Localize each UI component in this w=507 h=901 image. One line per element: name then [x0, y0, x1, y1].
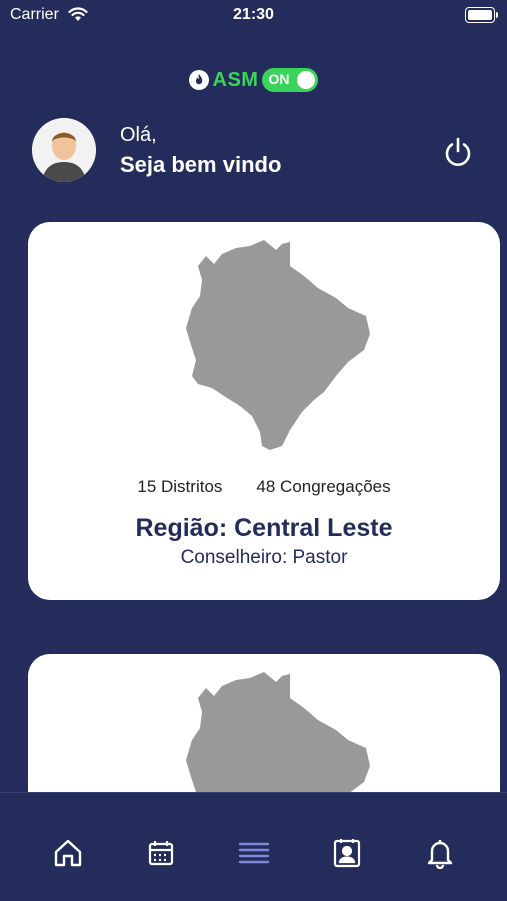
- congregations-count: 48 Congregações: [256, 477, 391, 496]
- contact-book-icon: [333, 839, 361, 868]
- bell-icon: [427, 840, 453, 869]
- region-card[interactable]: 15 Distritos 48 Congregações Região: Cen…: [28, 222, 500, 600]
- clock: 21:30: [233, 6, 274, 23]
- avatar[interactable]: [32, 118, 96, 182]
- tab-notifications[interactable]: [420, 833, 460, 873]
- greeting-hello: Olá,: [120, 124, 157, 146]
- status-toggle[interactable]: ON: [262, 68, 319, 92]
- status-bar: Carrier 21:30: [0, 0, 507, 30]
- districts-count: 15 Distritos: [137, 477, 223, 496]
- brand-header: ASM ON: [0, 67, 507, 93]
- region-map-image: [186, 240, 370, 450]
- flame-logo-icon: [188, 70, 209, 90]
- home-icon: [54, 839, 82, 867]
- tab-bar: [0, 792, 507, 901]
- region-stats: 15 Distritos 48 Congregações: [28, 477, 500, 497]
- greeting-welcome: Seja bem vindo: [120, 152, 282, 177]
- region-name: Região: Central Leste: [135, 514, 393, 542]
- brand-name: ASM: [212, 68, 259, 91]
- tab-list[interactable]: [234, 833, 274, 873]
- list-icon: [238, 842, 270, 864]
- tab-home[interactable]: [48, 833, 88, 873]
- power-icon[interactable]: [440, 134, 476, 170]
- toggle-label: ON: [268, 71, 290, 87]
- region-counselor: Conselheiro: Pastor: [180, 547, 348, 568]
- tab-contacts[interactable]: [327, 833, 367, 873]
- battery-icon: [465, 7, 498, 23]
- tab-calendar[interactable]: [141, 833, 181, 873]
- toggle-knob: [297, 71, 316, 89]
- calendar-icon: [148, 841, 174, 866]
